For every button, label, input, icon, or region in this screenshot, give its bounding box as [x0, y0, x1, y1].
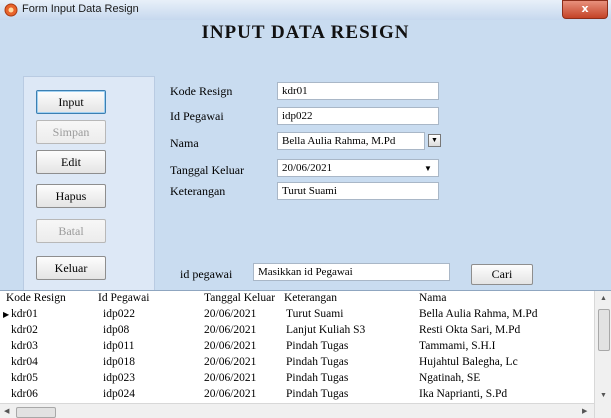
- table-row[interactable]: kdr06 idp024 20/06/2021 Pindah Tugas Ika…: [0, 387, 594, 403]
- cell-tanggal-keluar[interactable]: 20/06/2021: [204, 308, 256, 320]
- cari-button[interactable]: Cari: [471, 264, 533, 285]
- cell-tanggal-keluar[interactable]: 20/06/2021: [204, 372, 256, 384]
- form-title: INPUT DATA RESIGN: [201, 22, 410, 43]
- simpan-button[interactable]: Simpan: [36, 120, 106, 144]
- edit-button[interactable]: Edit: [36, 150, 106, 174]
- id-pegawai-label: Id Pegawai: [170, 109, 224, 123]
- scroll-left-icon[interactable]: ◀: [4, 407, 9, 415]
- column-header-kode-resign[interactable]: Kode Resign: [6, 292, 66, 304]
- table-row[interactable]: kdr05 idp023 20/06/2021 Pindah Tugas Nga…: [0, 371, 594, 387]
- column-header-nama[interactable]: Nama: [419, 292, 446, 304]
- cell-nama[interactable]: Resti Okta Sari, M.Pd: [419, 324, 520, 336]
- nama-label: Nama: [170, 136, 199, 150]
- cell-kode-resign[interactable]: kdr03: [11, 340, 38, 352]
- table-row[interactable]: kdr02 idp08 20/06/2021 Lanjut Kuliah S3 …: [0, 323, 594, 339]
- close-button[interactable]: x: [562, 0, 608, 19]
- grid-header: Kode Resign Id Pegawai Tanggal Keluar Ke…: [0, 291, 594, 307]
- cell-kode-resign[interactable]: kdr06: [11, 388, 38, 400]
- keterangan-label: Keterangan: [170, 184, 226, 198]
- cell-keterangan[interactable]: Pindah Tugas: [286, 340, 348, 352]
- kode-resign-input[interactable]: kdr01: [277, 82, 439, 100]
- window-title: Form Input Data Resign: [22, 3, 139, 15]
- close-icon: x: [581, 2, 589, 15]
- vertical-scrollbar[interactable]: ▲ ▼: [594, 291, 611, 418]
- hapus-button[interactable]: Hapus: [36, 184, 106, 208]
- cell-keterangan[interactable]: Lanjut Kuliah S3: [286, 324, 365, 336]
- chevron-down-icon: ▼: [431, 136, 438, 144]
- column-header-keterangan[interactable]: Keterangan: [284, 292, 337, 304]
- title-bar[interactable]: Form Input Data Resign x: [0, 0, 611, 21]
- cell-nama[interactable]: Ngatinah, SE: [419, 372, 480, 384]
- cell-nama[interactable]: Bella Aulia Rahma, M.Pd: [419, 308, 538, 320]
- nama-combobox[interactable]: Bella Aulia Rahma, M.Pd: [277, 132, 425, 150]
- cell-id-pegawai[interactable]: idp018: [103, 356, 135, 368]
- table-row[interactable]: kdr04 idp018 20/06/2021 Pindah Tugas Huj…: [0, 355, 594, 371]
- cell-tanggal-keluar[interactable]: 20/06/2021: [204, 340, 256, 352]
- cell-id-pegawai[interactable]: idp022: [103, 308, 135, 320]
- tanggal-keluar-label: Tanggal Keluar: [170, 163, 245, 177]
- table-row[interactable]: kdr03 idp011 20/06/2021 Pindah Tugas Tam…: [0, 339, 594, 355]
- search-input[interactable]: Masikkan id Pegawai: [253, 263, 450, 281]
- cell-keterangan[interactable]: Pindah Tugas: [286, 372, 348, 384]
- cell-keterangan[interactable]: Pindah Tugas: [286, 388, 348, 400]
- cell-nama[interactable]: Tammami, S.H.I: [419, 340, 496, 352]
- cell-kode-resign[interactable]: kdr01: [11, 308, 38, 320]
- table-row[interactable]: ▶ kdr01 idp022 20/06/2021 Turut Suami Be…: [0, 307, 594, 323]
- batal-button[interactable]: Batal: [36, 219, 106, 243]
- scroll-right-icon[interactable]: ▶: [582, 407, 587, 415]
- cell-id-pegawai[interactable]: idp08: [103, 324, 129, 336]
- scroll-up-icon[interactable]: ▲: [600, 294, 607, 302]
- id-pegawai-input[interactable]: idp022: [277, 107, 439, 125]
- cell-nama[interactable]: Hujahtul Balegha, Lc: [419, 356, 518, 368]
- cell-keterangan[interactable]: Pindah Tugas: [286, 356, 348, 368]
- data-grid[interactable]: Kode Resign Id Pegawai Tanggal Keluar Ke…: [0, 290, 611, 418]
- keterangan-input[interactable]: Turut Suami: [277, 182, 439, 200]
- vertical-scroll-thumb[interactable]: [598, 309, 610, 351]
- tanggal-keluar-picker[interactable]: 20/06/2021: [277, 159, 439, 177]
- app-icon: [4, 3, 18, 17]
- cell-id-pegawai[interactable]: idp011: [103, 340, 135, 352]
- cell-keterangan[interactable]: Turut Suami: [286, 308, 343, 320]
- column-header-tanggal-keluar[interactable]: Tanggal Keluar: [204, 292, 275, 304]
- cell-tanggal-keluar[interactable]: 20/06/2021: [204, 388, 256, 400]
- nama-dropdown-button[interactable]: ▼: [428, 134, 441, 147]
- cell-kode-resign[interactable]: kdr04: [11, 356, 38, 368]
- scroll-down-icon[interactable]: ▼: [600, 391, 607, 399]
- cell-nama[interactable]: Ika Naprianti, S.Pd: [419, 388, 507, 400]
- search-label: id pegawai: [180, 267, 233, 281]
- kode-resign-label: Kode Resign: [170, 84, 233, 98]
- keluar-button[interactable]: Keluar: [36, 256, 106, 280]
- cell-id-pegawai[interactable]: idp024: [103, 388, 135, 400]
- input-button[interactable]: Input: [36, 90, 106, 114]
- cell-tanggal-keluar[interactable]: 20/06/2021: [204, 356, 256, 368]
- date-dropdown-icon[interactable]: ▼: [424, 164, 432, 173]
- column-header-id-pegawai[interactable]: Id Pegawai: [98, 292, 149, 304]
- cell-kode-resign[interactable]: kdr05: [11, 372, 38, 384]
- cell-tanggal-keluar[interactable]: 20/06/2021: [204, 324, 256, 336]
- form-area: INPUT DATA RESIGN Input Simpan Edit Hapu…: [0, 20, 611, 292]
- cell-id-pegawai[interactable]: idp023: [103, 372, 135, 384]
- horizontal-scroll-thumb[interactable]: [16, 407, 56, 418]
- current-row-icon: ▶: [3, 310, 10, 319]
- app-window: Form Input Data Resign x INPUT DATA RESI…: [0, 0, 611, 418]
- horizontal-scrollbar[interactable]: ◀ ▶: [0, 403, 594, 418]
- cell-kode-resign[interactable]: kdr02: [11, 324, 38, 336]
